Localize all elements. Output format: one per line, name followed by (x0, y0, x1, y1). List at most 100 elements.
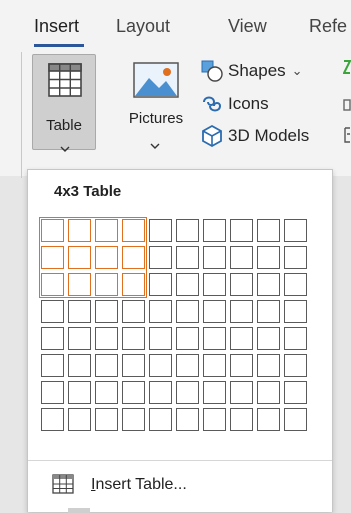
grid-cell[interactable] (230, 300, 253, 323)
grid-cell[interactable] (95, 327, 118, 350)
grid-cell[interactable] (203, 354, 226, 377)
icons-button[interactable]: Icons (200, 91, 269, 117)
grid-cell[interactable] (230, 327, 253, 350)
3d-models-button[interactable]: 3D Models (200, 123, 309, 149)
grid-cell[interactable] (68, 408, 91, 431)
grid-cell[interactable] (68, 246, 91, 269)
grid-cell[interactable] (203, 246, 226, 269)
tab-references[interactable]: Refe (309, 16, 347, 37)
grid-cell[interactable] (122, 354, 145, 377)
grid-cell[interactable] (122, 300, 145, 323)
grid-cell[interactable] (176, 408, 199, 431)
grid-cell[interactable] (257, 408, 280, 431)
grid-cell[interactable] (41, 327, 64, 350)
grid-cell[interactable] (122, 219, 145, 242)
tab-view[interactable]: View (228, 16, 267, 37)
grid-cell[interactable] (230, 273, 253, 296)
grid-cell[interactable] (176, 381, 199, 404)
grid-cell[interactable] (203, 300, 226, 323)
grid-cell[interactable] (257, 246, 280, 269)
tab-insert[interactable]: Insert (34, 16, 79, 37)
grid-cell[interactable] (176, 300, 199, 323)
grid-cell[interactable] (176, 273, 199, 296)
grid-cell[interactable] (41, 354, 64, 377)
grid-cell[interactable] (41, 219, 64, 242)
grid-cell[interactable] (176, 327, 199, 350)
grid-cell[interactable] (95, 408, 118, 431)
grid-cell[interactable] (122, 408, 145, 431)
grid-cell[interactable] (95, 219, 118, 242)
tab-layout[interactable]: Layout (116, 16, 170, 37)
chart-icon[interactable] (343, 98, 351, 116)
grid-cell[interactable] (284, 300, 307, 323)
grid-cell[interactable] (230, 354, 253, 377)
grid-cell[interactable] (122, 327, 145, 350)
grid-cell[interactable] (284, 246, 307, 269)
grid-cell[interactable] (257, 327, 280, 350)
grid-cell[interactable] (149, 300, 172, 323)
grid-cell[interactable] (95, 246, 118, 269)
grid-cell[interactable] (68, 327, 91, 350)
grid-cell[interactable] (176, 246, 199, 269)
grid-cell[interactable] (41, 273, 64, 296)
grid-cell[interactable] (95, 300, 118, 323)
grid-cell[interactable] (230, 246, 253, 269)
grid-cell[interactable] (203, 327, 226, 350)
grid-cell[interactable] (284, 327, 307, 350)
3d-models-label: 3D Models (228, 126, 310, 145)
menu-separator (28, 460, 332, 461)
grid-cell[interactable] (41, 300, 64, 323)
grid-cell[interactable] (68, 273, 91, 296)
grid-cell[interactable] (203, 219, 226, 242)
shapes-button[interactable]: Shapes ⌄ (200, 58, 303, 84)
grid-cell[interactable] (95, 354, 118, 377)
chevron-down-icon (60, 139, 70, 157)
grid-cell[interactable] (68, 300, 91, 323)
grid-cell[interactable] (284, 408, 307, 431)
grid-cell[interactable] (257, 354, 280, 377)
grid-cell[interactable] (176, 354, 199, 377)
grid-cell[interactable] (230, 381, 253, 404)
grid-cell[interactable] (149, 354, 172, 377)
grid-cell[interactable] (122, 246, 145, 269)
grid-cell[interactable] (149, 381, 172, 404)
grid-cell[interactable] (122, 381, 145, 404)
grid-cell[interactable] (230, 219, 253, 242)
table-button[interactable]: Table (32, 54, 96, 152)
insert-table-menu-item[interactable]: Insert Table... (28, 468, 332, 502)
grid-cell[interactable] (257, 381, 280, 404)
grid-cell[interactable] (41, 246, 64, 269)
grid-cell[interactable] (203, 408, 226, 431)
grid-cell[interactable] (176, 219, 199, 242)
grid-cell[interactable] (284, 219, 307, 242)
grid-cell[interactable] (149, 246, 172, 269)
grid-cell[interactable] (284, 273, 307, 296)
grid-cell[interactable] (95, 273, 118, 296)
grid-cell[interactable] (284, 354, 307, 377)
grid-cell[interactable] (257, 273, 280, 296)
grid-cell[interactable] (203, 381, 226, 404)
grid-cell[interactable] (68, 219, 91, 242)
grid-cell[interactable] (230, 408, 253, 431)
grid-cell[interactable] (284, 381, 307, 404)
grid-cell[interactable] (122, 273, 145, 296)
table-icon (48, 63, 82, 102)
grid-cell[interactable] (41, 381, 64, 404)
grid-cell[interactable] (149, 408, 172, 431)
grid-cell[interactable] (41, 408, 64, 431)
grid-cell[interactable] (149, 219, 172, 242)
pictures-button[interactable]: Pictures (120, 56, 192, 152)
smartart-icon[interactable] (342, 60, 351, 79)
screenshot-icon[interactable] (343, 126, 351, 149)
grid-cell[interactable] (257, 300, 280, 323)
grid-cell[interactable] (257, 219, 280, 242)
grid-cell[interactable] (149, 327, 172, 350)
grid-cell[interactable] (68, 381, 91, 404)
grid-cell[interactable] (203, 273, 226, 296)
next-menu-item-icon (68, 508, 90, 513)
table-size-grid[interactable] (39, 217, 309, 433)
grid-cell[interactable] (68, 354, 91, 377)
grid-cell[interactable] (149, 273, 172, 296)
insert-table-dropdown: 4x3 Table Insert Table... (27, 169, 333, 513)
grid-cell[interactable] (95, 381, 118, 404)
